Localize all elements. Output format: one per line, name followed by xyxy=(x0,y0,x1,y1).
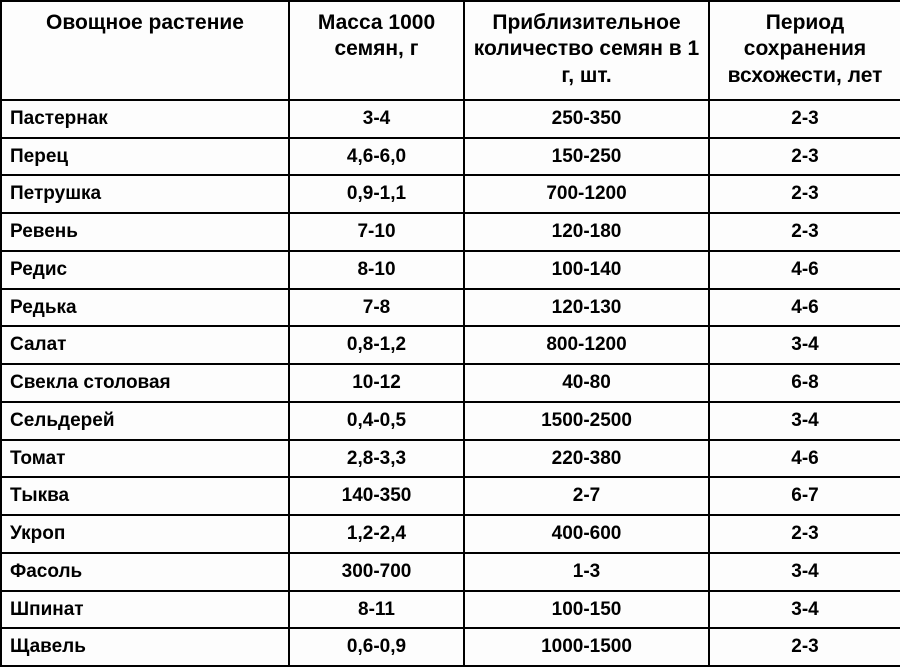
cell-plant: Салат xyxy=(1,326,289,364)
table-row: Сельдерей0,4-0,51500-25003-4 xyxy=(1,402,900,440)
cell-count: 1-3 xyxy=(464,553,709,591)
table-row: Тыква140-3502-76-7 xyxy=(1,477,900,515)
cell-count: 100-140 xyxy=(464,251,709,289)
cell-period: 3-4 xyxy=(709,591,900,629)
cell-plant: Щавель xyxy=(1,628,289,666)
table-row: Свекла столовая10-1240-806-8 xyxy=(1,364,900,402)
cell-mass: 0,9-1,1 xyxy=(289,175,464,213)
cell-count: 1000-1500 xyxy=(464,628,709,666)
cell-mass: 7-10 xyxy=(289,213,464,251)
cell-count: 40-80 xyxy=(464,364,709,402)
cell-period: 2-3 xyxy=(709,138,900,176)
col-mass: Масса 1000 семян, г xyxy=(289,1,464,100)
cell-plant: Пастернак xyxy=(1,100,289,138)
cell-period: 2-3 xyxy=(709,100,900,138)
table-row: Фасоль300-7001-33-4 xyxy=(1,553,900,591)
seeds-table: Овощное растение Масса 1000 семян, г При… xyxy=(0,0,900,667)
cell-mass: 140-350 xyxy=(289,477,464,515)
cell-period: 3-4 xyxy=(709,326,900,364)
cell-plant: Редька xyxy=(1,289,289,327)
table-header-row: Овощное растение Масса 1000 семян, г При… xyxy=(1,1,900,100)
cell-plant: Тыква xyxy=(1,477,289,515)
col-count: Приблизительное количество семян в 1 г, … xyxy=(464,1,709,100)
cell-count: 700-1200 xyxy=(464,175,709,213)
cell-count: 1500-2500 xyxy=(464,402,709,440)
cell-mass: 3-4 xyxy=(289,100,464,138)
cell-plant: Петрушка xyxy=(1,175,289,213)
table-row: Перец4,6-6,0150-2502-3 xyxy=(1,138,900,176)
cell-mass: 0,4-0,5 xyxy=(289,402,464,440)
col-period: Период сохранения всхожести, лет xyxy=(709,1,900,100)
cell-mass: 2,8-3,3 xyxy=(289,440,464,478)
cell-plant: Сельдерей xyxy=(1,402,289,440)
cell-count: 220-380 xyxy=(464,440,709,478)
cell-period: 2-3 xyxy=(709,213,900,251)
cell-mass: 1,2-2,4 xyxy=(289,515,464,553)
table-row: Пастернак3-4250-3502-3 xyxy=(1,100,900,138)
cell-mass: 8-11 xyxy=(289,591,464,629)
cell-plant: Ревень xyxy=(1,213,289,251)
table-row: Томат2,8-3,3220-3804-6 xyxy=(1,440,900,478)
cell-period: 2-3 xyxy=(709,515,900,553)
cell-plant: Фасоль xyxy=(1,553,289,591)
cell-plant: Редис xyxy=(1,251,289,289)
cell-mass: 10-12 xyxy=(289,364,464,402)
table-row: Ревень7-10120-1802-3 xyxy=(1,213,900,251)
cell-count: 150-250 xyxy=(464,138,709,176)
cell-count: 800-1200 xyxy=(464,326,709,364)
table-row: Редька7-8120-1304-6 xyxy=(1,289,900,327)
cell-plant: Шпинат xyxy=(1,591,289,629)
cell-plant: Томат xyxy=(1,440,289,478)
cell-mass: 8-10 xyxy=(289,251,464,289)
cell-period: 3-4 xyxy=(709,402,900,440)
cell-count: 120-130 xyxy=(464,289,709,327)
table-row: Салат0,8-1,2800-12003-4 xyxy=(1,326,900,364)
cell-mass: 0,8-1,2 xyxy=(289,326,464,364)
cell-plant: Укроп xyxy=(1,515,289,553)
table-row: Щавель0,6-0,91000-15002-3 xyxy=(1,628,900,666)
cell-mass: 4,6-6,0 xyxy=(289,138,464,176)
cell-count: 100-150 xyxy=(464,591,709,629)
cell-count: 400-600 xyxy=(464,515,709,553)
cell-plant: Перец xyxy=(1,138,289,176)
table-row: Шпинат8-11100-1503-4 xyxy=(1,591,900,629)
table-row: Укроп1,2-2,4400-6002-3 xyxy=(1,515,900,553)
cell-period: 3-4 xyxy=(709,553,900,591)
cell-plant: Свекла столовая xyxy=(1,364,289,402)
cell-period: 6-7 xyxy=(709,477,900,515)
cell-period: 4-6 xyxy=(709,251,900,289)
cell-count: 120-180 xyxy=(464,213,709,251)
cell-period: 4-6 xyxy=(709,440,900,478)
cell-count: 250-350 xyxy=(464,100,709,138)
cell-mass: 7-8 xyxy=(289,289,464,327)
table-row: Петрушка0,9-1,1700-12002-3 xyxy=(1,175,900,213)
cell-mass: 0,6-0,9 xyxy=(289,628,464,666)
cell-period: 2-3 xyxy=(709,175,900,213)
cell-period: 2-3 xyxy=(709,628,900,666)
table-row: Редис8-10100-1404-6 xyxy=(1,251,900,289)
cell-period: 4-6 xyxy=(709,289,900,327)
cell-count: 2-7 xyxy=(464,477,709,515)
col-plant: Овощное растение xyxy=(1,1,289,100)
cell-period: 6-8 xyxy=(709,364,900,402)
cell-mass: 300-700 xyxy=(289,553,464,591)
